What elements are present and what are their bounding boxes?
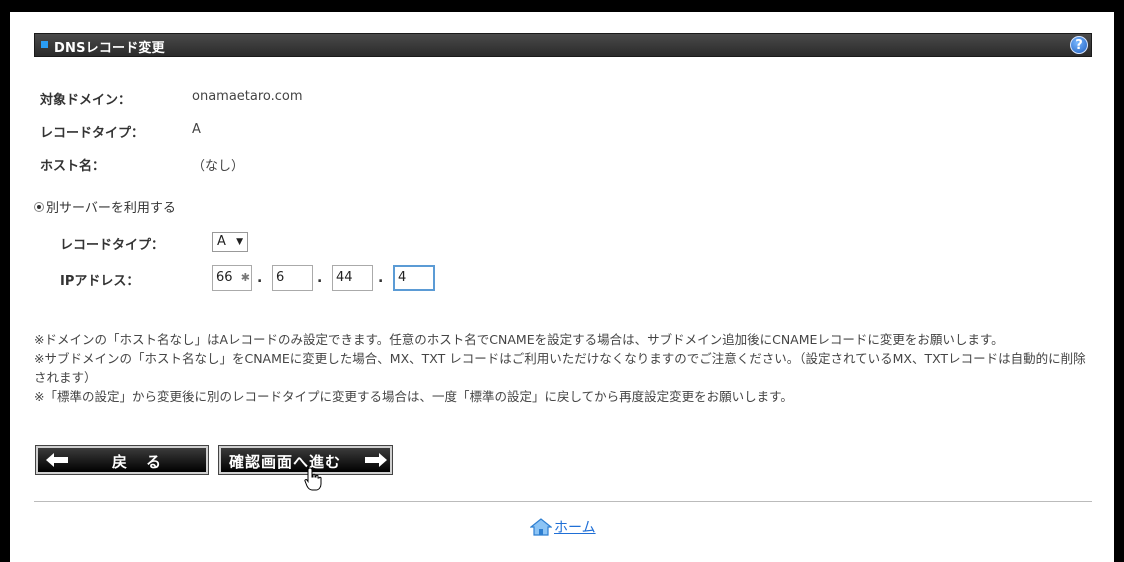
record-type-selected: A (217, 234, 226, 249)
ip-octet-1-value: 66 (216, 270, 233, 285)
autofill-key-icon: ✱ (240, 271, 250, 284)
footer-divider (34, 501, 1092, 502)
notes: ※ドメインの「ホスト名なし」はAレコードのみ設定できます。任意のホスト名でCNA… (34, 330, 1090, 406)
confirm-button-label: 確認画面へ進む (229, 453, 342, 471)
record-type-select[interactable]: A ▼ (212, 232, 248, 252)
host-value: （なし） (192, 159, 245, 174)
help-icon[interactable]: ? (1070, 36, 1088, 54)
page-title: DNSレコード変更 (54, 41, 165, 56)
dropdown-arrow-icon: ▼ (236, 237, 243, 247)
record-type-label: レコードタイプ： (40, 126, 145, 141)
back-button[interactable]: 戻 る (35, 445, 209, 475)
header-bullet-icon (41, 41, 48, 48)
section-header: DNSレコード変更 ? (34, 33, 1092, 57)
host-label: ホスト名： (40, 159, 106, 174)
note-3: ※「標準の設定」から変更後に別のレコードタイプに変更する場合は、一度「標準の設定… (34, 389, 793, 404)
other-server-radio[interactable] (34, 201, 44, 212)
home-icon (530, 518, 552, 536)
ip-octet-3-value: 44 (336, 270, 353, 285)
note-2: ※サブドメインの「ホスト名なし」をCNAMEに変更した場合、MX、TXT レコー… (34, 351, 1086, 385)
option-record-type-label: レコードタイプ： (60, 238, 165, 253)
arrow-left-icon (46, 453, 68, 467)
ip-separator-3: . (378, 270, 384, 286)
ip-separator-1: . (257, 270, 263, 286)
domain-value: onamaetaro.com (192, 89, 303, 104)
ip-octet-1-input[interactable]: 66 ✱ (212, 265, 252, 291)
hand-cursor-icon (304, 467, 322, 491)
page: DNSレコード変更 ? 対象ドメイン： onamaetaro.com レコードタ… (10, 12, 1114, 562)
home-link-label[interactable]: ホーム (554, 517, 596, 537)
note-1: ※ドメインの「ホスト名なし」はAレコードのみ設定できます。任意のホスト名でCNA… (34, 332, 1004, 347)
ip-separator-2: . (317, 270, 323, 286)
ip-octet-4-input[interactable]: 4 (393, 265, 435, 291)
back-button-label: 戻 る (112, 453, 164, 471)
ip-octet-4-value: 4 (398, 270, 407, 285)
ip-octet-2-value: 6 (276, 270, 285, 285)
home-link[interactable]: ホーム (530, 517, 596, 537)
record-type-value: A (192, 122, 201, 137)
other-server-label: 別サーバーを利用する (46, 201, 176, 216)
arrow-right-icon (365, 453, 387, 467)
other-server-option[interactable]: 別サーバーを利用する (34, 197, 176, 216)
ip-octet-3-input[interactable]: 44 (332, 265, 373, 291)
ip-address-label: IPアドレス： (60, 274, 140, 289)
ip-octet-2-input[interactable]: 6 (272, 265, 313, 291)
domain-label: 対象ドメイン： (40, 93, 132, 108)
